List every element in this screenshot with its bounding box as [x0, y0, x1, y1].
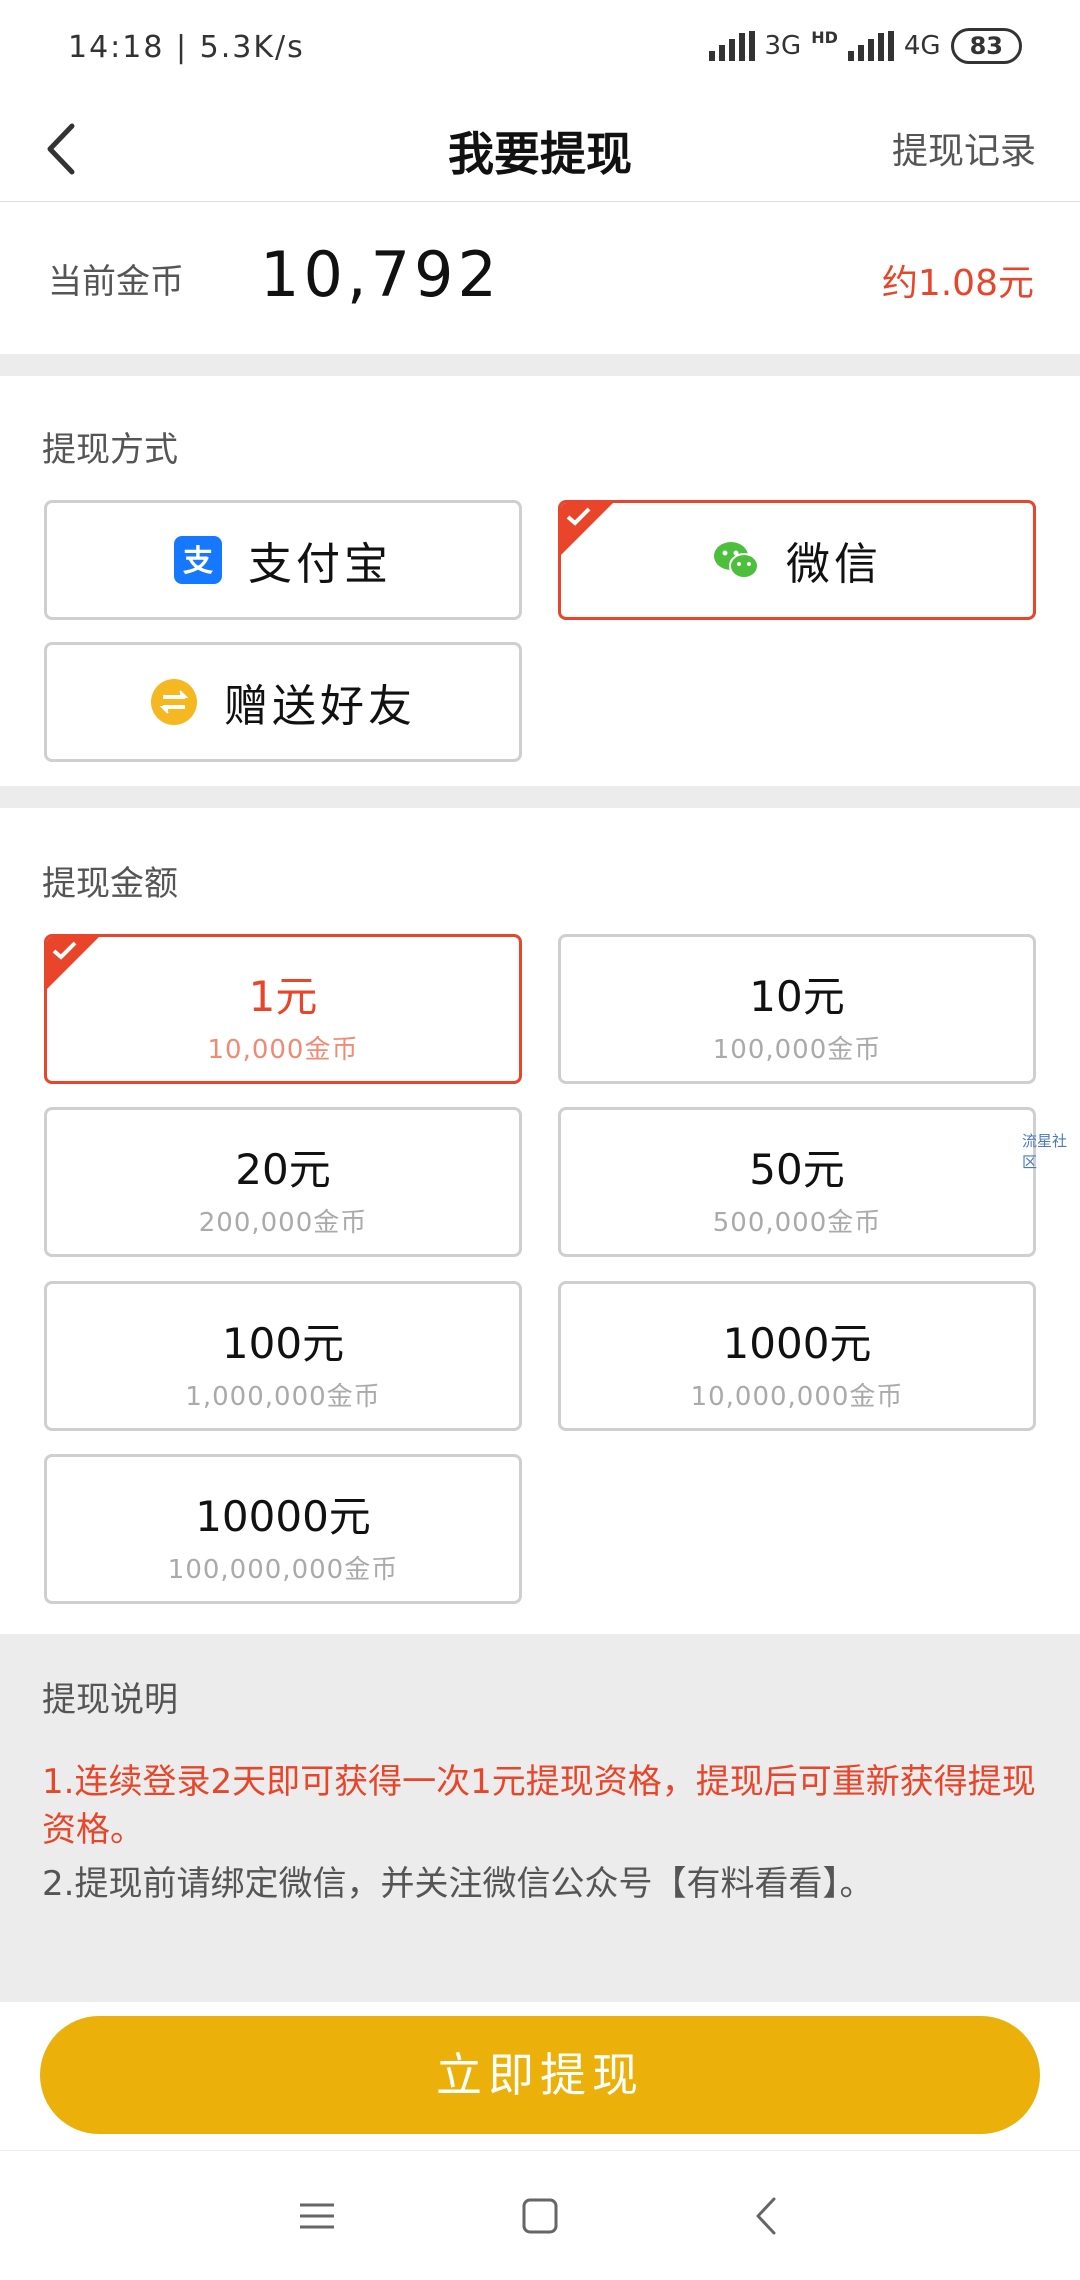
amount-value: 50元: [749, 1145, 845, 1194]
amount-option-20[interactable]: 20元 200,000金币: [44, 1107, 522, 1257]
note-item: 1.连续登录2天即可获得一次1元提现资格，提现后可重新获得提现资格。: [42, 1762, 1036, 1850]
amount-option-10000[interactable]: 10000元 100,000,000金币: [44, 1454, 522, 1604]
coin-balance-value: 10,792: [260, 238, 501, 311]
coin-balance-label: 当前金币: [48, 262, 184, 302]
svg-text:支: 支: [183, 544, 213, 579]
home-icon[interactable]: [515, 2191, 565, 2241]
back-nav-icon[interactable]: [742, 2191, 792, 2241]
amount-coins: 10,000,000金币: [690, 1382, 904, 1412]
alipay-icon: 支: [174, 536, 222, 584]
exchange-icon: [151, 679, 197, 725]
amount-option-10[interactable]: 10元 100,000金币: [558, 934, 1036, 1084]
amount-coins: 100,000,000金币: [167, 1555, 399, 1585]
wechat-icon: [714, 542, 759, 579]
status-bar: 14:18 | 5.3K/s 3G HD 4G 83: [0, 0, 1080, 96]
coin-balance-approx: 约1.08元: [881, 263, 1034, 304]
amount-coins: 500,000金币: [712, 1208, 882, 1238]
status-time: 14:18: [68, 30, 165, 65]
network-3g-label: 3G: [764, 31, 802, 61]
withdraw-page: 14:18 | 5.3K/s 3G HD 4G 83 我要提现 提现记录 当前金…: [0, 0, 1080, 2280]
method-alipay[interactable]: 支 支付宝: [44, 500, 522, 620]
amount-coins: 200,000金币: [198, 1208, 368, 1238]
coin-balance: 当前金币 10,792 约1.08元: [0, 202, 1080, 354]
method-gift-friend[interactable]: 赠送好友: [44, 642, 522, 762]
amount-coins: 10,000金币: [207, 1035, 359, 1065]
header: 我要提现 提现记录: [0, 96, 1080, 202]
amount-coins: 100,000金币: [712, 1035, 882, 1065]
system-nav-bar: [0, 2150, 1080, 2280]
hd-label: HD: [811, 28, 838, 47]
method-label: 赠送好友: [224, 681, 416, 732]
status-speed: 5.3K/s: [199, 30, 305, 65]
network-4g-label: 4G: [903, 31, 941, 61]
status-right: 3G HD 4G 83: [708, 28, 1022, 64]
amount-value: 20元: [235, 1145, 331, 1194]
amount-value: 10元: [749, 972, 845, 1021]
amount-option-1000[interactable]: 1000元 10,000,000金币: [558, 1281, 1036, 1431]
amount-coins: 1,000,000金币: [185, 1382, 381, 1412]
method-label: 支付宝: [248, 539, 392, 590]
signal-icon: [708, 31, 755, 61]
note-item: 2.提现前请绑定微信，并关注微信公众号【有料看看】。: [42, 1864, 874, 1904]
battery-icon: 83: [950, 28, 1022, 64]
withdraw-method-title: 提现方式: [42, 430, 178, 470]
amount-option-1[interactable]: 1元 10,000金币: [44, 934, 522, 1084]
amount-value: 10000元: [195, 1492, 371, 1541]
method-label: 微信: [786, 539, 882, 590]
signal-icon-2: [847, 31, 894, 61]
withdraw-now-button[interactable]: 立即提现: [40, 2016, 1040, 2134]
amount-option-50[interactable]: 50元 500,000金币: [558, 1107, 1036, 1257]
divider: [0, 354, 1080, 376]
amount-value: 100元: [221, 1319, 345, 1368]
menu-icon[interactable]: [292, 2191, 342, 2241]
withdraw-notes: 提现说明 1.连续登录2天即可获得一次1元提现资格，提现后可重新获得提现资格。 …: [0, 1634, 1080, 2002]
check-icon: [52, 941, 77, 960]
watermark-text: 流星社区: [1022, 1132, 1068, 1171]
amount-value: 1000元: [722, 1319, 872, 1368]
withdraw-records-link[interactable]: 提现记录: [892, 122, 1036, 174]
method-wechat[interactable]: 微信: [558, 500, 1036, 620]
divider: [0, 786, 1080, 808]
status-left: 14:18 | 5.3K/s: [68, 30, 305, 65]
notes-title: 提现说明: [42, 1680, 178, 1720]
amount-option-100[interactable]: 100元 1,000,000金币: [44, 1281, 522, 1431]
withdraw-amount-title: 提现金额: [42, 864, 178, 904]
amount-value: 1元: [248, 972, 318, 1021]
